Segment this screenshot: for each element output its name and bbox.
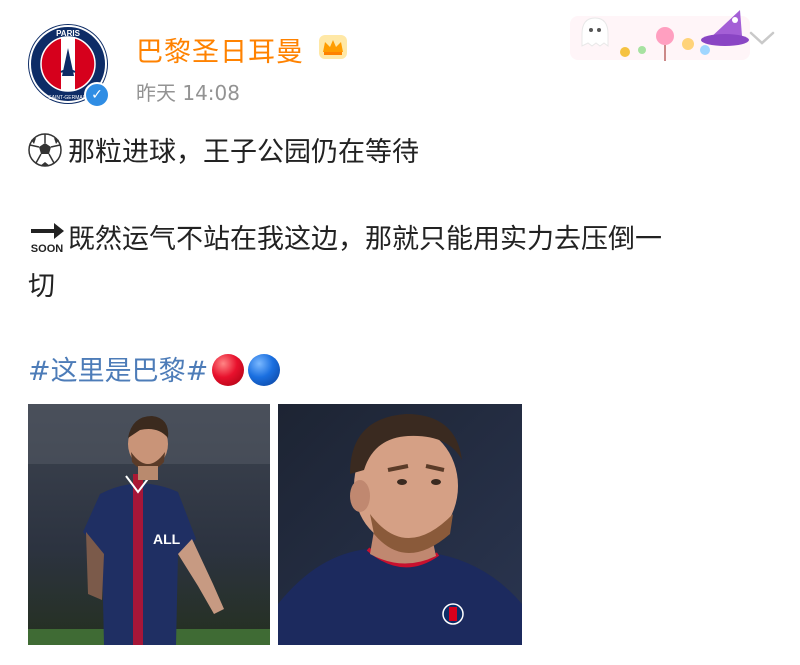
soon-label: SOON: [31, 243, 63, 254]
soon-arrow-icon: SOON: [28, 220, 66, 255]
post-time: 昨天 14:08: [136, 81, 240, 105]
post-text-line-4: #这里是巴黎#: [28, 349, 281, 388]
player-photo-2: [278, 404, 522, 645]
player-photo-1: ALL: [28, 404, 270, 645]
post-image-1[interactable]: ALL: [28, 404, 270, 645]
red-circle-icon: [212, 354, 245, 386]
author-name[interactable]: 巴黎圣日耳曼: [136, 30, 304, 69]
post-text-line-1: 那粒进球，王子公园仍在等待: [28, 130, 419, 169]
post-text-line-3: 切: [28, 264, 55, 303]
blue-circle-icon: [248, 354, 281, 386]
soccer-ball-icon: [28, 133, 62, 167]
post-text-1: 那粒进球，王子公园仍在等待: [68, 137, 419, 168]
svg-text:ALL: ALL: [153, 531, 181, 547]
crown-icon[interactable]: [318, 34, 348, 60]
logo-text-top: PARIS: [56, 29, 81, 38]
decoration-card-icon: [570, 10, 750, 61]
verified-badge-icon: ✓: [84, 82, 110, 108]
chevron-down-icon[interactable]: [749, 30, 775, 46]
post-text-line-2: SOON 既然运气不站在我这边，那就只能用实力去压倒一: [28, 217, 662, 256]
hashtag-link[interactable]: #这里是巴黎#: [28, 356, 208, 387]
post-text-2: 既然运气不站在我这边，那就只能用实力去压倒一: [68, 224, 662, 255]
post-text-3: 切: [28, 271, 55, 302]
logo-text-bottom: SAINT-GERMAIN: [48, 95, 88, 101]
post-image-2[interactable]: [278, 404, 522, 645]
